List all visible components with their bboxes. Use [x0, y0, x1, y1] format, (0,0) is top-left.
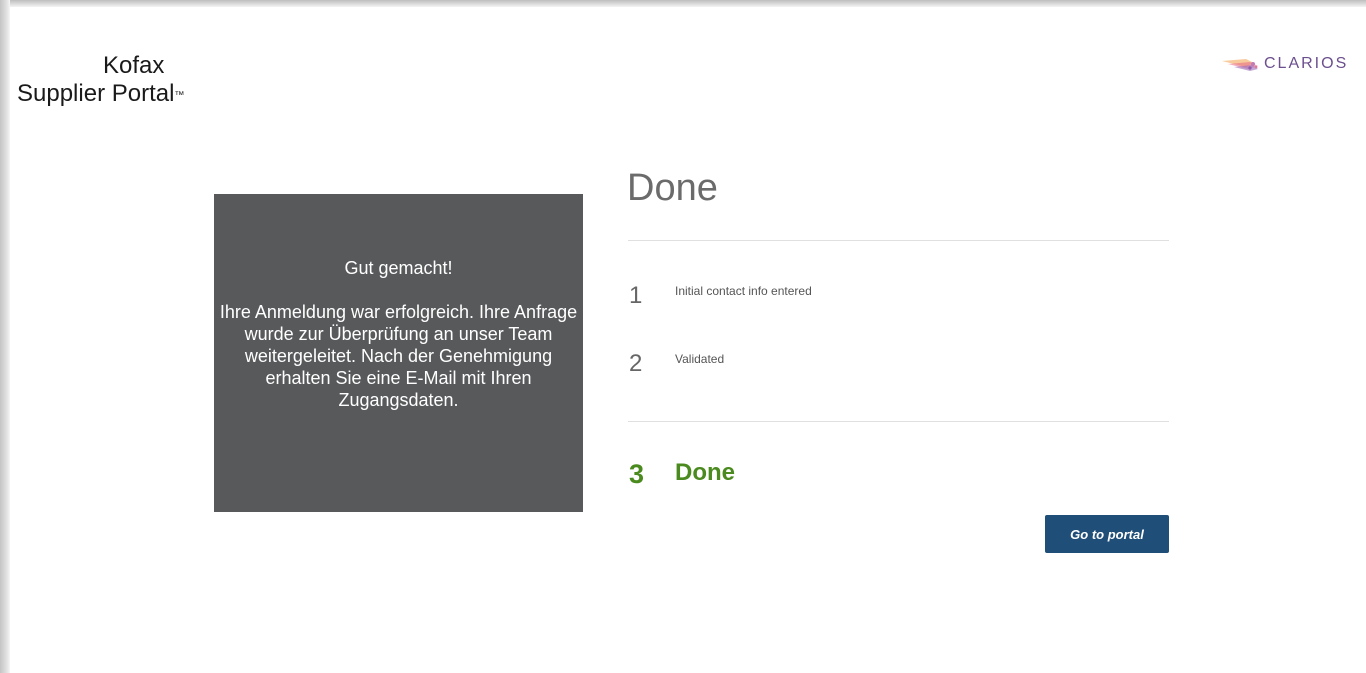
step-number: 1	[629, 282, 643, 309]
logo-line-2: Supplier Portal™	[17, 80, 257, 108]
step-label: Done	[675, 459, 735, 486]
clarios-logo: CLARIOS	[1220, 55, 1348, 73]
divider-bottom	[628, 421, 1169, 422]
page: Kofax Supplier Portal™ CLARIOS Gut gemac…	[10, 7, 1366, 673]
logo-line-1: Kofax	[103, 52, 165, 79]
wizard-title: Done	[627, 167, 718, 209]
message-body: Ihre Anmeldung war erfolgreich. Ihre Anf…	[219, 302, 578, 410]
wizard-step-2: 2 Validated	[629, 350, 724, 378]
step-label: Initial contact info entered	[675, 284, 812, 298]
wizard-step-3-current: 3 Done	[629, 459, 735, 490]
wizard-step-1: 1 Initial contact info entered	[629, 282, 812, 310]
brand-name: CLARIOS	[1264, 55, 1349, 72]
window-frame-top	[0, 0, 1366, 7]
divider-top	[628, 240, 1169, 241]
success-message-panel: Gut gemacht! Ihre Anmeldung war erfolgre…	[214, 194, 583, 512]
step-number: 3	[629, 459, 645, 489]
message-title: Gut gemacht!	[344, 258, 453, 278]
kofax-logo: Kofax Supplier Portal™	[17, 52, 257, 108]
trademark-symbol: ™	[174, 90, 185, 101]
window-frame-left	[0, 0, 10, 673]
clarios-swoosh-icon	[1222, 59, 1258, 71]
logo-line-2-text: Supplier Portal	[17, 80, 175, 107]
go-to-portal-button[interactable]: Go to portal	[1045, 515, 1169, 553]
step-label: Validated	[675, 352, 725, 366]
step-number: 2	[629, 350, 643, 377]
